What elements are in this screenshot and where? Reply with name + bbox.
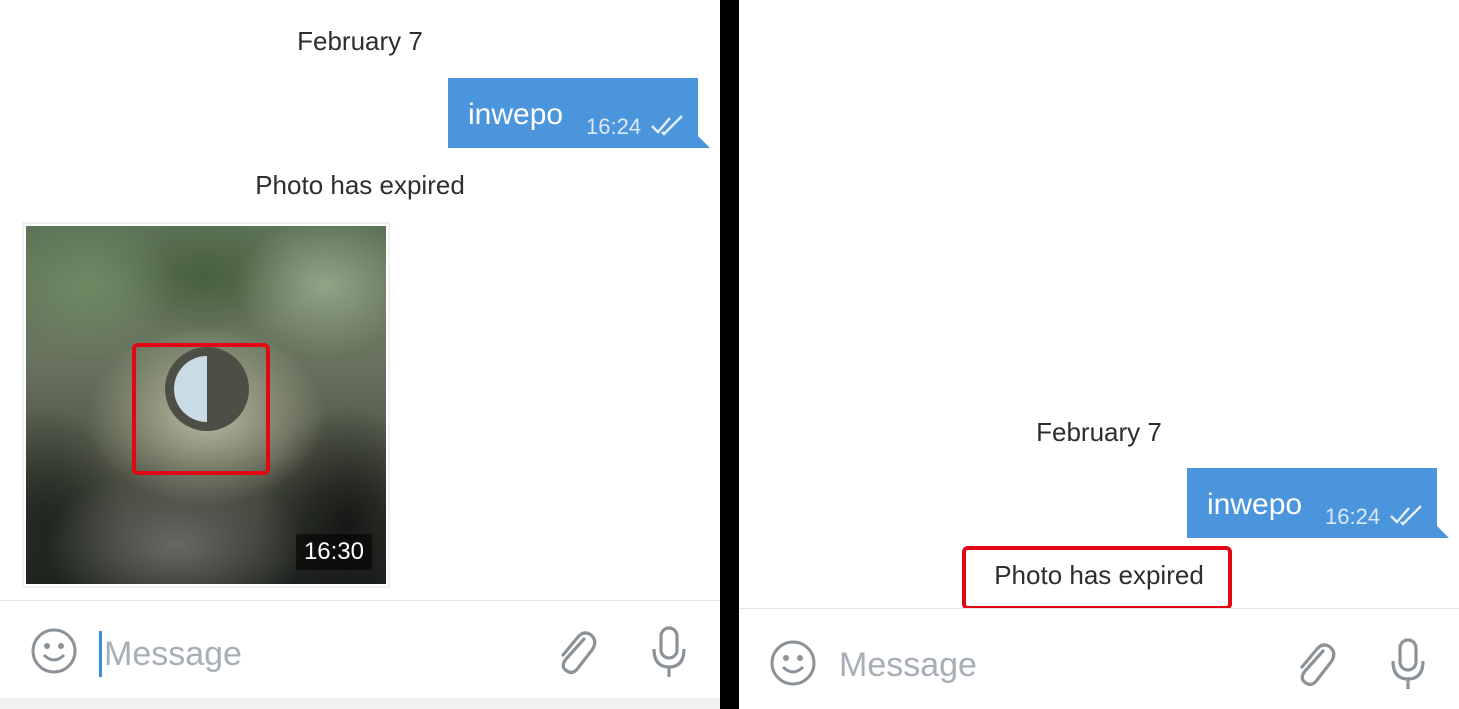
double-check-icon — [651, 115, 683, 136]
attach-icon[interactable] — [554, 625, 598, 677]
service-message: Photo has expired — [255, 170, 465, 200]
message-text: inwepo — [468, 98, 564, 131]
microphone-icon[interactable] — [1389, 637, 1427, 691]
bubble-tail — [1435, 524, 1449, 538]
message-input[interactable]: Message — [839, 646, 977, 685]
outgoing-message-bubble[interactable]: inwepo 16:24 — [1187, 468, 1437, 538]
message-input-bar: Message — [739, 608, 1459, 709]
right-chat-panel: February 7 inwepo 16:24 Photo has expire… — [739, 0, 1459, 709]
highlight-expired — [962, 546, 1232, 610]
double-check-icon — [1390, 505, 1422, 526]
message-input-bar: Message — [0, 600, 720, 699]
outgoing-message-bubble[interactable]: inwepo 16:24 — [448, 78, 698, 148]
bottom-strip — [0, 698, 720, 709]
highlight-timer — [132, 343, 270, 475]
message-input[interactable]: Message — [104, 635, 242, 674]
left-chat-panel: February 7 inwepo 16:24 Photo has expire… — [0, 0, 720, 709]
screenshot-divider — [720, 0, 739, 709]
emoji-icon[interactable] — [769, 639, 817, 687]
date-header: February 7 — [1036, 417, 1162, 447]
bubble-tail — [696, 134, 710, 148]
date-header: February 7 — [297, 26, 423, 56]
text-caret — [99, 631, 102, 677]
message-time: 16:24 — [1325, 504, 1381, 529]
attach-icon[interactable] — [1293, 637, 1337, 689]
microphone-icon[interactable] — [650, 625, 688, 679]
photo-time: 16:30 — [295, 534, 372, 570]
message-text: inwepo — [1207, 488, 1303, 521]
emoji-icon[interactable] — [30, 627, 78, 675]
message-time: 16:24 — [586, 114, 642, 139]
